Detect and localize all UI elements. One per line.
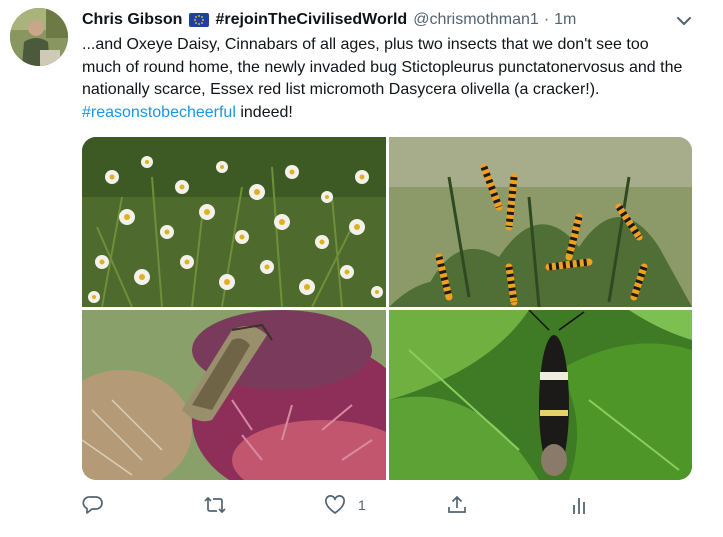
analytics-button[interactable] — [568, 492, 590, 518]
tweet-text-main: ...and Oxeye Daisy, Cinnabars of all age… — [82, 36, 683, 98]
retweet-icon — [203, 494, 227, 516]
heart-icon — [324, 494, 346, 516]
analytics-icon — [568, 494, 590, 516]
display-tag[interactable]: #rejoinTheCivilisedWorld — [215, 11, 407, 29]
action-bar: 1 — [0, 492, 723, 520]
chevron-down-icon[interactable] — [674, 11, 694, 31]
eu-flag-icon — [189, 13, 210, 27]
timestamp[interactable]: 1m — [554, 11, 576, 29]
tweet-header: Chris Gibson #rejoinTheCivilisedWorld @c… — [82, 9, 576, 31]
separator-dot: · — [543, 11, 550, 28]
dasycera-olivella-moth-photo[interactable] — [389, 310, 692, 480]
share-icon — [446, 494, 468, 516]
author-name[interactable]: Chris Gibson — [82, 11, 182, 29]
tweet: Chris Gibson #rejoinTheCivilisedWorld @c… — [0, 0, 723, 537]
like-button[interactable]: 1 — [324, 492, 366, 518]
oxeye-daisy-photo[interactable] — [82, 137, 386, 307]
hashtag-link[interactable]: #reasonstobecheerful — [82, 104, 236, 121]
stictopleurus-bug-photo[interactable] — [82, 310, 386, 480]
tweet-text: ...and Oxeye Daisy, Cinnabars of all age… — [82, 34, 692, 124]
reply-button[interactable] — [82, 492, 104, 518]
retweet-button[interactable] — [203, 492, 227, 518]
avatar[interactable] — [10, 8, 68, 66]
author-handle[interactable]: @chrismothman1 — [413, 11, 539, 29]
reply-icon — [82, 494, 104, 516]
share-button[interactable] — [446, 492, 468, 518]
tweet-text-end: indeed! — [235, 103, 293, 121]
like-count: 1 — [358, 497, 366, 513]
media-grid — [82, 137, 692, 480]
cinnabar-caterpillars-photo[interactable] — [389, 137, 692, 307]
